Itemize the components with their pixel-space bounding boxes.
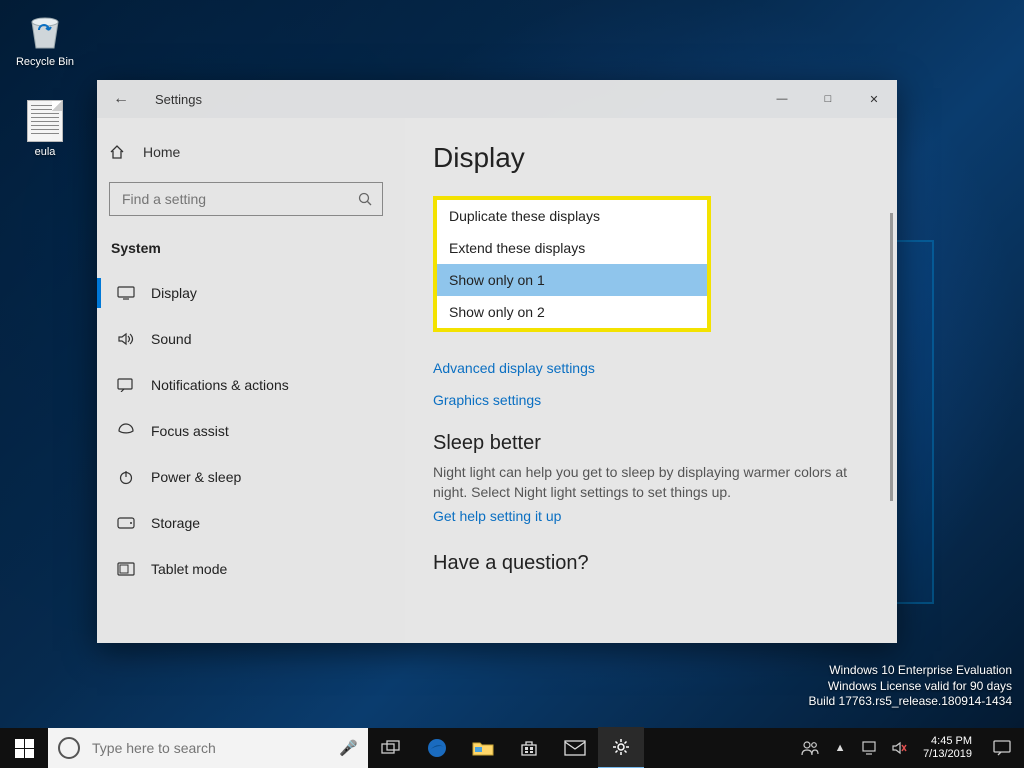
watermark-line2: Windows License valid for 90 days [809, 679, 1013, 695]
close-button[interactable]: ✕ [851, 84, 897, 114]
window-title: Settings [155, 92, 202, 107]
dropdown-option-selected[interactable]: Show only on 1 [437, 264, 707, 296]
sidebar-item-sound[interactable]: Sound [109, 316, 383, 362]
sidebar-item-label: Notifications & actions [151, 377, 289, 393]
taskbar: 🎤 ▲ 4:45 PM 7/13/2019 [0, 728, 1024, 768]
notifications-icon [117, 376, 135, 394]
display-icon [117, 284, 135, 302]
get-help-link[interactable]: Get help setting it up [433, 508, 869, 524]
maximize-button[interactable]: □ [805, 84, 851, 114]
sidebar-item-label: Display [151, 285, 197, 301]
sidebar-item-display[interactable]: Display [109, 270, 383, 316]
page-title: Display [433, 142, 869, 174]
start-button[interactable] [0, 728, 48, 768]
watermark-line1: Windows 10 Enterprise Evaluation [809, 663, 1013, 679]
have-a-question-section: Have a question? [433, 552, 869, 575]
sidebar-item-label: Tablet mode [151, 561, 227, 577]
dropdown-option[interactable]: Duplicate these displays [437, 200, 707, 232]
microsoft-store-button[interactable] [506, 728, 552, 768]
sidebar-home[interactable]: Home [109, 132, 383, 172]
tray-chevron-up-icon[interactable]: ▲ [825, 728, 855, 768]
watermark-line3: Build 17763.rs5_release.180914-1434 [809, 694, 1013, 710]
mail-app-button[interactable] [552, 728, 598, 768]
settings-app-button[interactable] [598, 727, 644, 768]
question-heading: Have a question? [433, 552, 869, 575]
tablet-icon [117, 560, 135, 578]
clock-time: 4:45 PM [923, 735, 972, 748]
sidebar-item-label: Sound [151, 331, 191, 347]
power-icon [117, 468, 135, 486]
sidebar-item-notifications[interactable]: Notifications & actions [109, 362, 383, 408]
recycle-bin-label: Recycle Bin [10, 56, 80, 68]
sound-icon [117, 330, 135, 348]
minimize-button[interactable]: — [759, 84, 805, 114]
cortana-icon [58, 737, 80, 759]
task-view-button[interactable] [368, 728, 414, 768]
content-scrollbar[interactable] [890, 213, 893, 502]
microphone-icon[interactable]: 🎤 [339, 739, 358, 757]
sidebar-item-label: Storage [151, 515, 200, 531]
sleep-better-section: Sleep better Night light can help you ge… [433, 432, 869, 524]
sidebar-section-label: System [109, 234, 383, 270]
dropdown-option[interactable]: Extend these displays [437, 232, 707, 264]
back-button[interactable]: ← [109, 90, 133, 108]
focus-assist-icon [117, 422, 135, 440]
people-icon[interactable] [795, 728, 825, 768]
settings-sidebar: Home System Display Sound [97, 118, 405, 643]
taskbar-search[interactable]: 🎤 [48, 728, 368, 768]
sidebar-item-power-sleep[interactable]: Power & sleep [109, 454, 383, 500]
settings-search-box[interactable] [109, 182, 383, 216]
file-explorer-button[interactable] [460, 728, 506, 768]
eula-file-label: eula [10, 146, 80, 158]
text-file-icon [24, 100, 66, 142]
windows-evaluation-watermark: Windows 10 Enterprise Evaluation Windows… [809, 663, 1013, 710]
volume-icon[interactable] [885, 728, 915, 768]
sleep-description: Night light can help you get to sleep by… [433, 463, 869, 502]
settings-window: ← Settings — □ ✕ Home System [97, 80, 897, 643]
sidebar-item-label: Focus assist [151, 423, 229, 439]
search-icon [358, 192, 372, 206]
home-icon [109, 144, 127, 160]
sidebar-item-storage[interactable]: Storage [109, 500, 383, 546]
edge-browser-button[interactable] [414, 728, 460, 768]
sidebar-item-label: Power & sleep [151, 469, 241, 485]
sidebar-home-label: Home [143, 144, 180, 160]
sleep-heading: Sleep better [433, 432, 869, 455]
dropdown-option[interactable]: Show only on 2 [437, 296, 707, 328]
windows-logo-icon [15, 739, 34, 758]
clock-date: 7/13/2019 [923, 748, 972, 761]
network-icon[interactable] [855, 728, 885, 768]
taskbar-clock[interactable]: 4:45 PM 7/13/2019 [915, 735, 980, 761]
settings-content: Display Duplicate these displays Extend … [405, 118, 897, 643]
multiple-displays-dropdown-open[interactable]: Duplicate these displays Extend these di… [433, 196, 711, 332]
advanced-display-settings-link[interactable]: Advanced display settings [433, 360, 869, 376]
eula-file-shortcut[interactable]: eula [10, 100, 80, 158]
action-center-button[interactable] [980, 728, 1024, 768]
taskbar-search-input[interactable] [90, 739, 304, 757]
sidebar-item-focus-assist[interactable]: Focus assist [109, 408, 383, 454]
recycle-bin-icon [24, 10, 66, 52]
storage-icon [117, 514, 135, 532]
settings-search-input[interactable] [120, 190, 344, 208]
system-tray: ▲ 4:45 PM 7/13/2019 [795, 728, 1024, 768]
window-titlebar[interactable]: ← Settings — □ ✕ [97, 80, 897, 118]
sidebar-item-tablet-mode[interactable]: Tablet mode [109, 546, 383, 592]
recycle-bin-shortcut[interactable]: Recycle Bin [10, 10, 80, 68]
graphics-settings-link[interactable]: Graphics settings [433, 392, 869, 408]
